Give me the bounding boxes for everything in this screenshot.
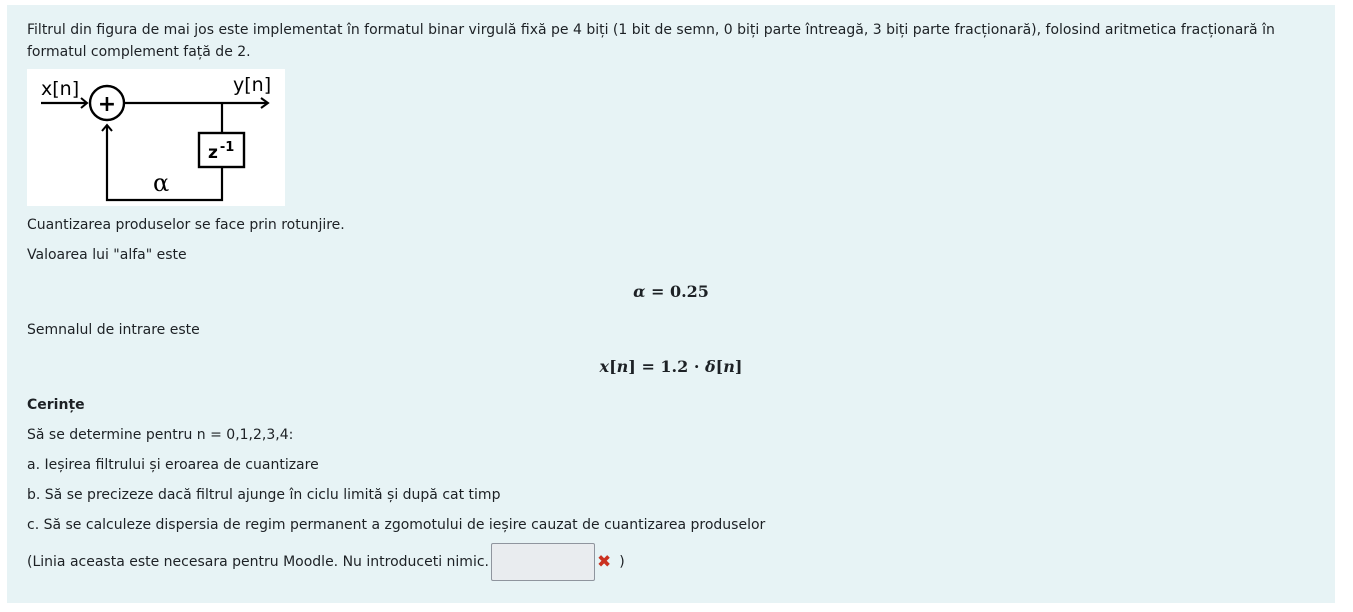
coef-label: α — [153, 169, 169, 197]
moodle-line-text: (Linia aceasta este necesara pentru Mood… — [27, 554, 489, 570]
filter-diagram: + z -1 x[n] y[n] α — [27, 69, 285, 206]
closing-paren: ) — [619, 554, 625, 570]
requirements-heading: Cerințe — [27, 397, 85, 413]
question-panel: Filtrul din figura de mai jos este imple… — [7, 5, 1335, 603]
requirement-item-c: c. Să se calculeze dispersia de regim pe… — [27, 517, 766, 533]
adder-symbol: + — [98, 92, 116, 117]
incorrect-icon: ✖ — [596, 552, 612, 572]
alpha-equation: α = 0.25 — [633, 282, 709, 301]
filter-diagram-svg: + z -1 x[n] y[n] α — [41, 74, 271, 202]
alpha-text: Valoarea lui "alfa" este — [27, 247, 187, 263]
quantization-text: Cuantizarea produselor se face prin rotu… — [27, 217, 345, 233]
input-equation: x[n] = 1.2 · δ[n] — [599, 357, 743, 376]
requirement-item-b: b. Să se precizeze dacă filtrul ajunge î… — [27, 487, 501, 503]
answer-input[interactable] — [490, 543, 595, 581]
output-label: y[n] — [233, 74, 271, 96]
moodle-line: (Linia aceasta este necesara pentru Mood… — [27, 543, 625, 581]
question-intro: Filtrul din figura de mai jos este imple… — [27, 22, 1275, 60]
determine-text: Să se determine pentru n = 0,1,2,3,4: — [27, 427, 294, 443]
requirement-item-a: a. Ieșirea filtrului și eroarea de cuant… — [27, 457, 319, 473]
input-label: x[n] — [41, 78, 79, 100]
input-text: Semnalul de intrare este — [27, 322, 200, 338]
